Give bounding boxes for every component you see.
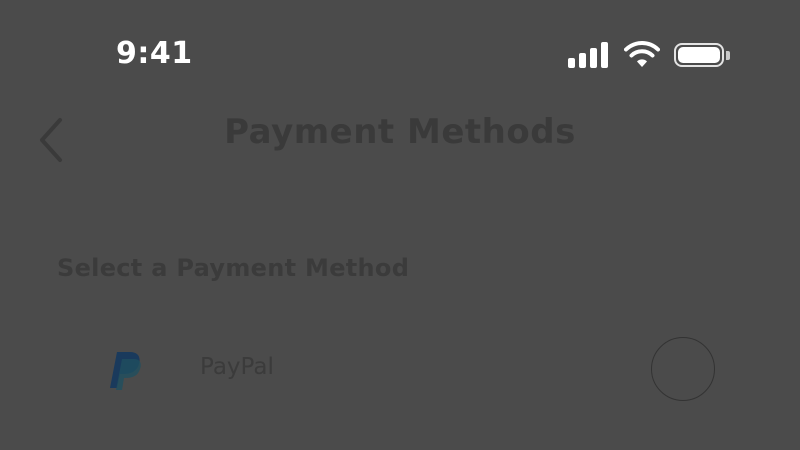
status-bar: 9:41 (0, 0, 800, 100)
signal-icon (568, 42, 612, 68)
status-time: 9:41 (116, 36, 193, 71)
battery-level (678, 47, 720, 63)
radio-button[interactable] (651, 337, 715, 401)
payment-option-paypal[interactable]: PayPal (60, 310, 750, 434)
battery-icon (674, 43, 724, 67)
paypal-icon (110, 352, 141, 390)
payment-methods-screen: 9:41 Payment Methods Select a Payment Me… (0, 0, 800, 450)
status-icons (568, 38, 738, 70)
section-label: Select a Payment Method (57, 254, 410, 282)
page-title: Payment Methods (224, 112, 576, 152)
battery-cap (726, 51, 730, 60)
wifi-icon (624, 41, 660, 67)
payment-option-label: PayPal (200, 354, 274, 380)
